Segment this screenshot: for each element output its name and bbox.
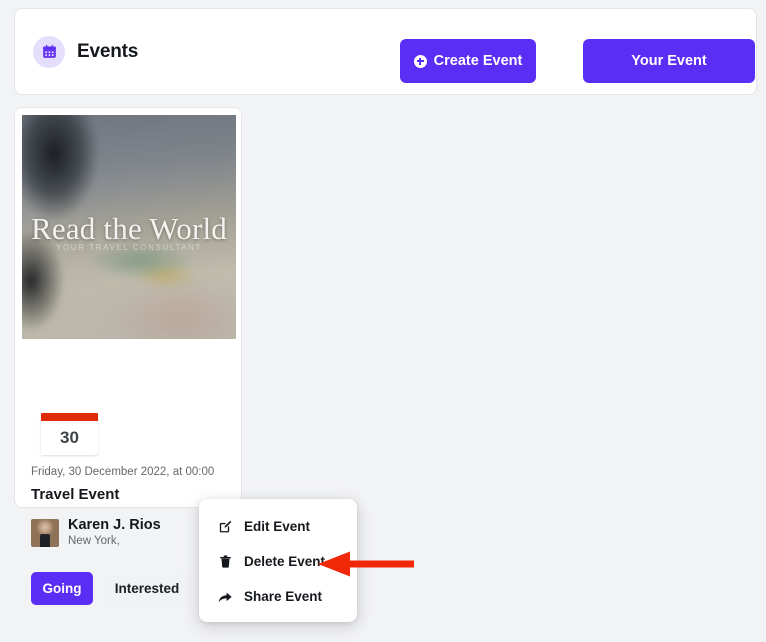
plus-circle-icon [414,55,427,68]
menu-item-share-label: Share Event [244,589,322,604]
pencil-square-icon [217,519,233,535]
create-event-label: Create Event [434,53,523,69]
header-title-group: Events [33,36,138,68]
calendar-icon [33,36,65,68]
page-title: Events [77,41,138,63]
date-badge-day: 30 [41,421,98,455]
event-cover-image[interactable]: Read the World YOUR TRAVEL CONSULTANT [22,115,236,339]
share-arrow-icon [217,589,233,605]
event-context-menu: Edit Event Delete Event Share Event [199,499,357,622]
your-event-label: Your Event [631,53,706,69]
host-info: Karen J. Rios New York, [68,517,161,549]
cover-subline: YOUR TRAVEL CONSULTANT [22,243,236,252]
events-page: Events Create Event Your Event Read the … [0,0,766,642]
cover-headline: Read the World [22,211,236,247]
host-name[interactable]: Karen J. Rios [68,517,161,534]
trash-icon [217,554,233,570]
events-header-card: Events Create Event Your Event [14,8,757,95]
menu-item-edit-label: Edit Event [244,519,310,534]
going-button[interactable]: Going [31,572,93,605]
create-event-button[interactable]: Create Event [400,39,536,83]
event-card[interactable]: Read the World YOUR TRAVEL CONSULTANT 30… [14,107,242,508]
your-event-button[interactable]: Your Event [583,39,755,83]
interested-button[interactable]: Interested [102,572,192,605]
menu-item-delete-label: Delete Event [244,554,325,569]
menu-item-share-event[interactable]: Share Event [199,579,357,614]
event-datetime: Friday, 30 December 2022, at 00:00 [31,466,235,478]
date-badge: 30 [41,413,98,455]
avatar [31,519,59,547]
date-badge-bar [41,413,98,421]
menu-item-delete-event[interactable]: Delete Event [199,544,357,579]
menu-item-edit-event[interactable]: Edit Event [199,509,357,544]
host-location: New York, [68,534,161,549]
